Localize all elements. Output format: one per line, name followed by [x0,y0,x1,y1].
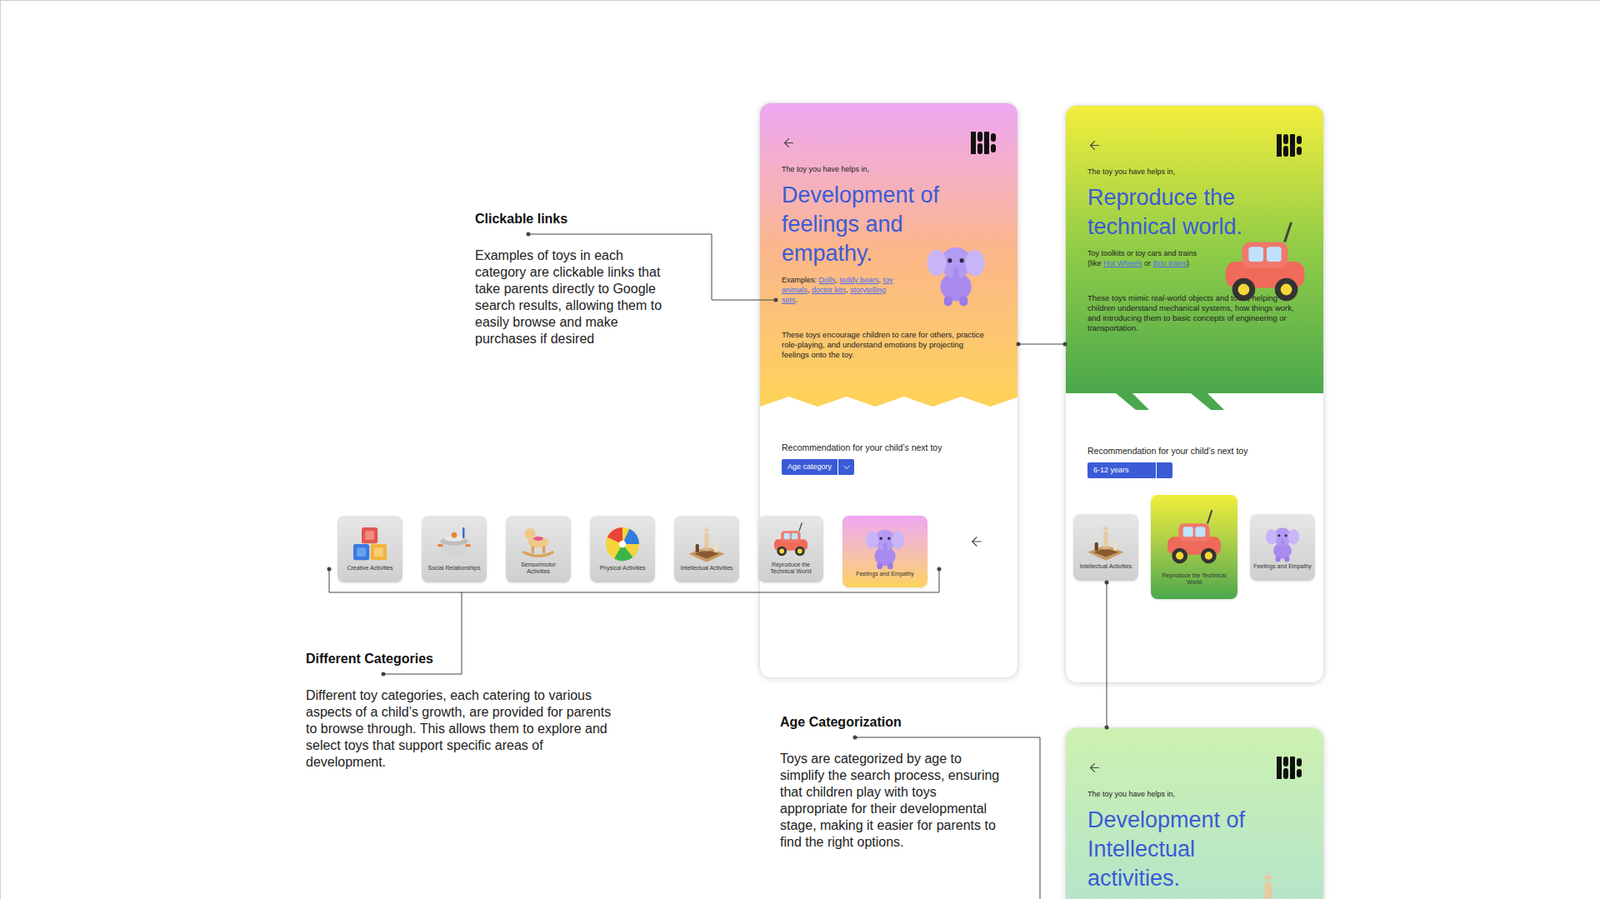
recommendation-label: Recommendation for your child’s next toy [781,441,996,455]
chess-icon [1085,521,1127,564]
blocks-icon [349,523,391,565]
category-tile-label: Feelings and Empathy [855,570,915,578]
chess-icon [1232,865,1305,899]
example-link[interactable]: doctor kits [811,285,846,295]
category-tile-label: Sensorimotor Activities [509,561,568,575]
category-tile[interactable]: Feelings and Empathy [842,515,928,588]
recommendation-label: Recommendation for your child’s next toy [1087,445,1302,459]
category-strip: Creative Activities Social Relationships S… [337,515,928,588]
chevron-down-icon [841,462,852,473]
phone-header: The toy you have helps in,Development of… [760,103,1018,395]
toy-car-icon [770,520,812,562]
elephant-icon [1261,521,1304,564]
annotation: Age Categorization Toys are categorized b… [780,712,1007,851]
example-link[interactable]: Dolls [819,275,836,285]
rocking-horse-icon [517,520,560,562]
category-tile[interactable]: Sensorimotor Activities [505,515,571,583]
category-tile-label: Creative Activities [346,565,393,572]
brand-logo-icon [970,131,996,155]
category-row: Intellectual Activities Reproduce the Tec… [1073,495,1316,600]
example-link[interactable]: Brio trains [1153,259,1188,268]
category-tile[interactable]: Creative Activities [337,515,403,583]
category-description: These toys mimic real-world objects and … [1087,293,1296,334]
category-tile[interactable]: Intellectual Activities [1073,514,1139,581]
back-arrow-icon[interactable] [1087,138,1102,153]
age-select[interactable]: Age category [781,459,855,476]
phone-screen: The toy you have helps in, Development of… [1065,727,1325,899]
category-tile-label: Intellectual Activities [1080,563,1133,570]
category-tile[interactable]: Physical Activities [590,515,655,583]
back-arrow-icon[interactable] [781,135,796,150]
intro-text: The toy you have helps in, [1087,166,1302,179]
examples-text: Examples: Dolls, teddy bears, toy animal… [781,275,899,305]
phone-header: The toy you have helps in, Reproduce the … [1065,105,1324,394]
scroll-arrow-icon[interactable] [969,534,985,550]
category-tile-label: Social Relationships [427,565,480,572]
category-tile-label: Reproduce the Technical World [761,561,820,575]
example-link[interactable]: teddy bears [840,275,880,285]
pot-icon [433,523,475,565]
category-description: These toys encourage children to care fo… [781,330,990,360]
intro-text: The toy you have helps in, [1087,789,1302,801]
annotation-title: Clickable links [475,209,667,230]
chess-icon [685,523,728,565]
category-tile[interactable]: Reproduce the Technical World [1150,495,1238,600]
examples-text: Toy toolkits or toy cars and trains (lik… [1087,248,1205,269]
category-tile-label: Reproduce the Technical World [1154,572,1235,586]
intro-text: The toy you have helps in, [781,164,996,176]
brand-logo-icon [1276,134,1302,157]
annotation: Clickable links Examples of toys in each … [475,209,667,348]
category-tile-label: Physical Activities [599,565,645,572]
annotation-body: Toys are categorized by age to simplify … [780,750,1007,851]
annotation-body: Different toy categories, each catering … [305,687,623,771]
category-tile-label: Feelings and Empathy [1253,563,1312,570]
category-tile[interactable]: Social Relationships [421,515,487,583]
category-tile[interactable]: Reproduce the Technical World [758,515,824,583]
age-select[interactable]: 6-12 years [1087,462,1173,480]
design-board: Clickable links Examples of toys in each … [0,0,1600,899]
category-tile[interactable]: Intellectual Activities [674,515,740,583]
back-arrow-icon[interactable] [1087,760,1102,775]
brand-logo-icon [1276,756,1302,780]
toy-car-icon [1160,505,1228,573]
phone-header: The toy you have helps in, Development of… [1065,728,1324,899]
phone-screen: The toy you have helps in, Reproduce the … [1065,105,1325,684]
annotation-title: Different Categories [305,649,623,670]
zigzag-edge-icon [760,395,1019,409]
elephant-icon [920,236,992,309]
toy-car-icon [1215,215,1315,315]
beach-ball-icon [601,523,644,565]
phone-screen: The toy you have helps in,Development of… [759,102,1019,679]
category-heading: Reproduce the technical world. [1087,183,1267,242]
category-tile[interactable]: Feelings and Empathy [1250,514,1315,581]
elephant-icon [860,522,910,571]
annotation-body: Examples of toys in each category are cl… [475,247,667,348]
speech-tails-icon [1065,393,1325,412]
annotation-title: Age Categorization [780,712,1007,733]
category-heading: Development of Intellectual activities. [1087,805,1267,894]
annotation: Different Categories Different toy catego… [305,649,623,771]
category-tile-label: Intellectual Activities [680,565,734,572]
example-link[interactable]: Hot Wheels [1103,259,1143,268]
